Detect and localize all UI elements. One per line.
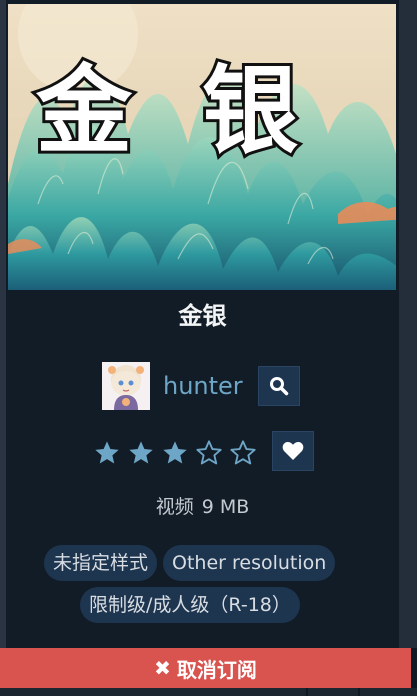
star-filled-icon xyxy=(124,436,158,470)
item-type: 视频 xyxy=(155,496,194,518)
author-name[interactable]: hunter xyxy=(163,362,243,410)
bottom-strip xyxy=(0,688,417,696)
cover-image[interactable]: 金银 xyxy=(8,4,396,290)
unsubscribe-label: 取消订阅 xyxy=(176,657,257,682)
star-filled-icon xyxy=(158,436,192,470)
item-size: 9 MB xyxy=(201,496,250,518)
author-row: hunter xyxy=(102,362,243,410)
unsubscribe-button[interactable]: ✖ 取消订阅 xyxy=(0,648,411,688)
search-author-button[interactable] xyxy=(258,366,300,406)
item-title: 金银 xyxy=(178,302,227,330)
tag-list: 未指定样式 Other resolution xyxy=(44,545,341,581)
search-icon xyxy=(270,377,289,396)
avatar[interactable] xyxy=(102,362,150,410)
star-filled-icon xyxy=(90,436,124,470)
star-rating xyxy=(90,436,260,470)
tag-age-rating[interactable]: 限制级/成人级（R-18） xyxy=(80,587,300,623)
close-icon: ✖ xyxy=(154,656,171,680)
star-empty-icon xyxy=(226,436,260,470)
item-meta: 视频 9 MB xyxy=(6,492,399,522)
cover-title-text: 金银 xyxy=(35,54,368,167)
tag-list-row2: 限制级/成人级（R-18） xyxy=(80,587,306,623)
heart-icon xyxy=(282,442,304,460)
favorite-button[interactable] xyxy=(272,431,314,471)
star-empty-icon xyxy=(192,436,226,470)
workshop-item-panel: 金银 金银 hunter 视频 9 MB 未指定样式 Other resolut… xyxy=(0,0,417,696)
right-edge xyxy=(399,0,417,648)
tag-resolution[interactable]: Other resolution xyxy=(163,545,336,581)
tag-style[interactable]: 未指定样式 xyxy=(44,545,158,581)
